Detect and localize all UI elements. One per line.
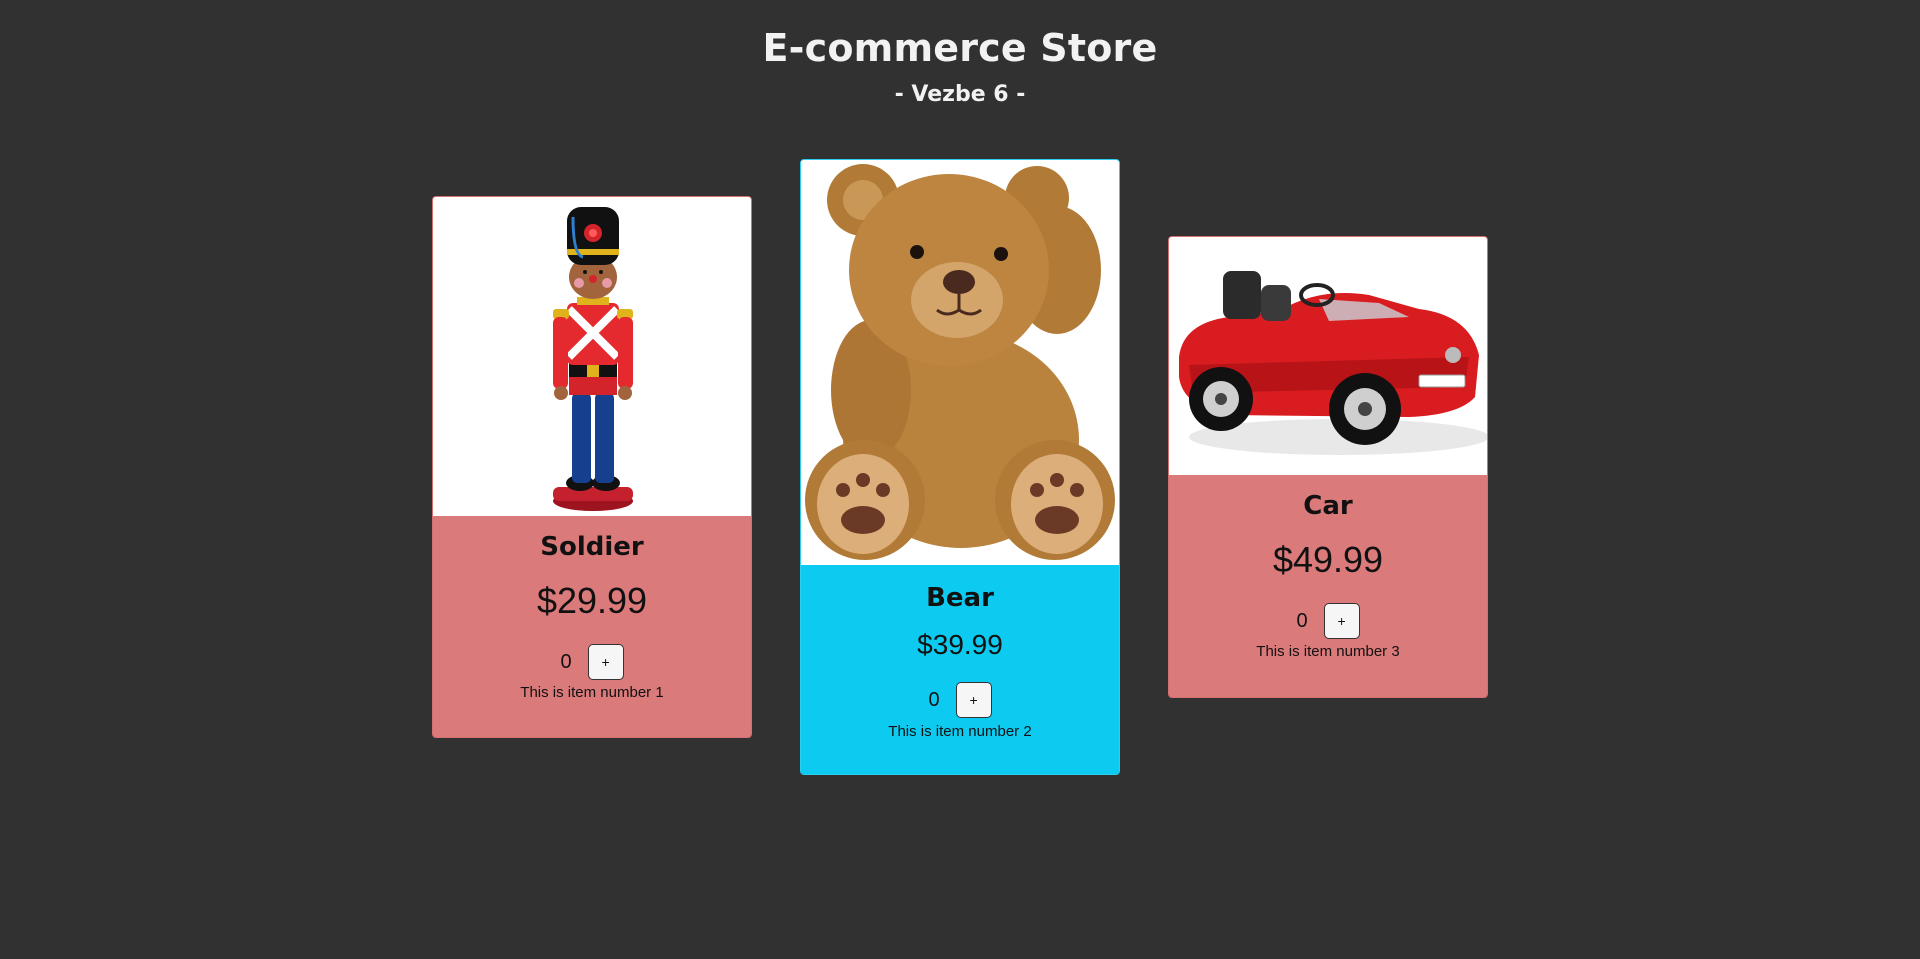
red-toy-car-image	[1169, 237, 1487, 475]
product-price: $39.99	[917, 629, 1003, 660]
product-price: $49.99	[1272, 539, 1384, 580]
product-description: This is item number 3	[1256, 643, 1400, 660]
product-price: $29.99	[536, 580, 648, 621]
product-card-car: Car $49.99 0 + This is item number 3	[1168, 236, 1488, 698]
product-name: Car	[1303, 491, 1353, 521]
product-image-soldier	[433, 197, 751, 516]
quantity-value: 0	[928, 688, 940, 711]
product-info-bear: Bear $39.99 0 + This is item number 2	[801, 565, 1119, 774]
product-name: Bear	[926, 583, 994, 613]
product-image-car	[1169, 237, 1487, 475]
product-card-bear: Bear $39.99 0 + This is item number 2	[800, 159, 1120, 775]
quantity-counter: 0 +	[433, 644, 751, 680]
product-name: Soldier	[540, 532, 644, 562]
product-info-car: Car $49.99 0 + This is item number 3	[1169, 475, 1487, 697]
page-title: E-commerce Store	[762, 26, 1158, 70]
add-quantity-button[interactable]: +	[955, 682, 992, 718]
quantity-value: 0	[560, 650, 572, 673]
product-info-soldier: Soldier $29.99 0 + This is item number 1	[433, 516, 751, 737]
quantity-counter: 0 +	[1169, 603, 1487, 639]
quantity-counter: 0 +	[801, 682, 1119, 718]
product-image-bear	[801, 160, 1119, 565]
quantity-value: 0	[1296, 609, 1308, 632]
product-description: This is item number 2	[888, 723, 1032, 740]
add-quantity-button[interactable]: +	[587, 644, 624, 680]
teddy-bear-image	[801, 160, 1119, 565]
add-quantity-button[interactable]: +	[1323, 603, 1360, 639]
toy-soldier-image	[433, 197, 751, 516]
product-card-soldier: Soldier $29.99 0 + This is item number 1	[432, 196, 752, 738]
page-subtitle: - Vezbe 6 -	[894, 82, 1026, 107]
product-description: This is item number 1	[520, 684, 664, 701]
